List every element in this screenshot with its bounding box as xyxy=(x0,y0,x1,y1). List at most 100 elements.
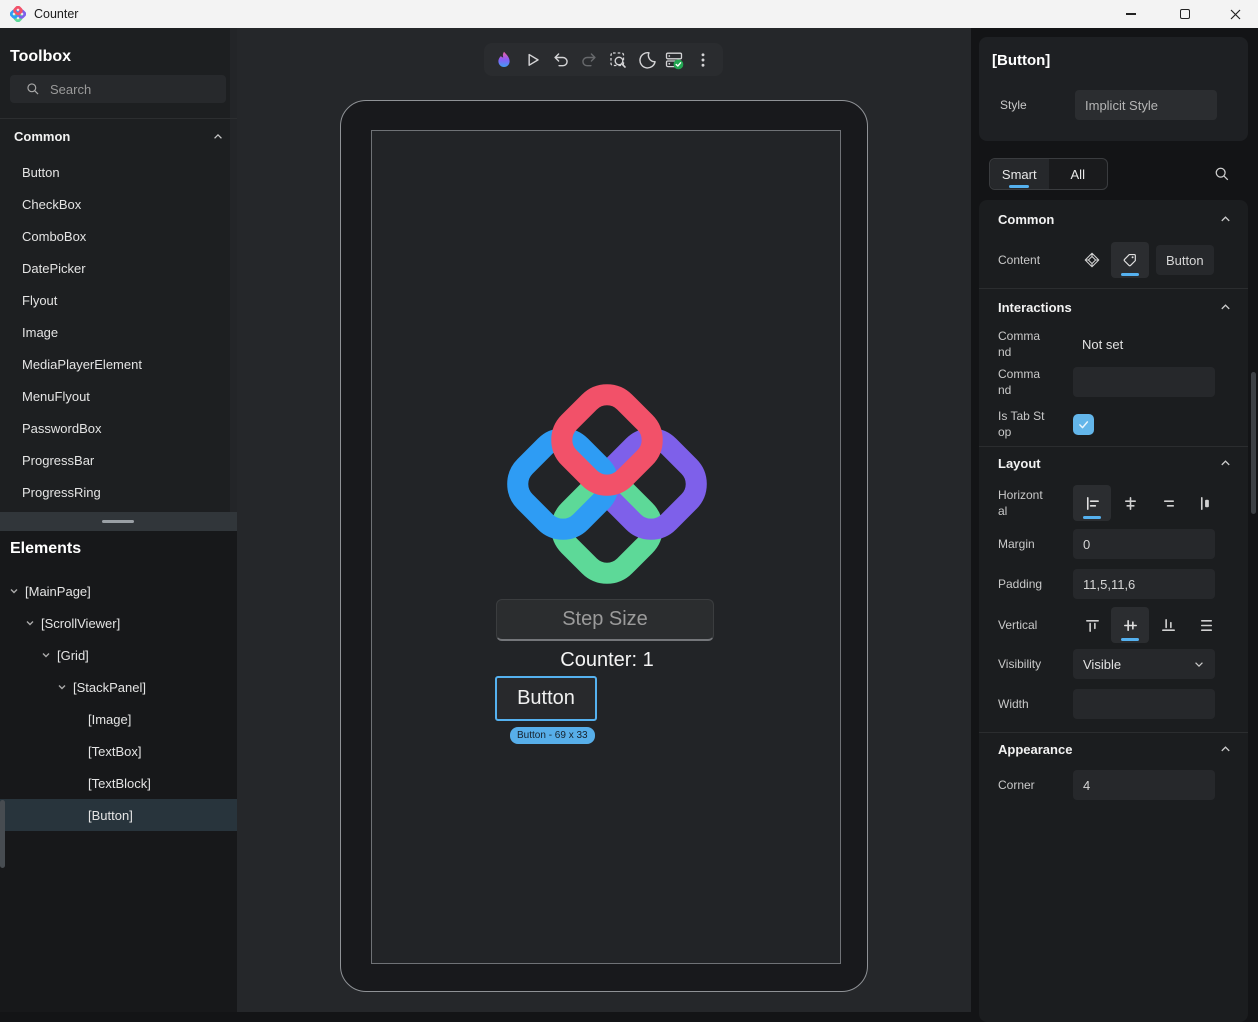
designer-toolbar xyxy=(484,43,723,76)
visibility-dropdown[interactable]: Visible xyxy=(1073,649,1215,679)
kebab-menu-icon xyxy=(694,51,712,69)
maximize-button[interactable] xyxy=(1162,0,1208,28)
tree-item-scrollviewer[interactable]: [ScrollViewer] xyxy=(0,607,237,639)
content-literal-button[interactable] xyxy=(1111,242,1149,278)
toolbox-item-progressbar[interactable]: ProgressBar xyxy=(0,444,230,476)
valign-top-button[interactable] xyxy=(1073,607,1111,643)
halign-right-button[interactable] xyxy=(1149,485,1187,521)
halign-stretch-button[interactable] xyxy=(1187,485,1225,521)
align-right-icon xyxy=(1160,495,1177,512)
design-image[interactable] xyxy=(494,371,720,597)
toolbox-item-menuflyout[interactable]: MenuFlyout xyxy=(0,380,230,412)
property-inspector: [Button] Style Smart All Common Content xyxy=(971,28,1258,1012)
selected-indicator xyxy=(1083,516,1101,519)
close-icon xyxy=(1230,9,1241,20)
section-layout[interactable]: Layout xyxy=(998,456,1232,471)
align-top-icon xyxy=(1084,617,1101,634)
vertical-alignment-label: Vertical xyxy=(998,617,1046,633)
command-input[interactable] xyxy=(1073,367,1215,397)
toolbox-item-checkbox[interactable]: CheckBox xyxy=(0,188,230,220)
tree-item-button-selected[interactable]: [Button] xyxy=(0,799,237,831)
toolbox-search-box[interactable] xyxy=(10,75,226,103)
selected-indicator xyxy=(1121,638,1139,641)
width-input[interactable] xyxy=(1073,689,1215,719)
undo-icon xyxy=(551,50,570,69)
style-input[interactable] xyxy=(1075,90,1217,120)
toolbox-item-image[interactable]: Image xyxy=(0,316,230,348)
valign-stretch-button[interactable] xyxy=(1187,607,1225,643)
align-bottom-icon xyxy=(1160,617,1177,634)
content-binding-button[interactable] xyxy=(1073,242,1111,278)
device-frame: Counter: 1 Button Button - 69 x 33 xyxy=(340,100,868,992)
toolbox-scrollbar[interactable] xyxy=(230,28,237,512)
toolbox-item-flyout[interactable]: Flyout xyxy=(0,284,230,316)
padding-input[interactable] xyxy=(1073,569,1215,599)
inspect-element-button[interactable] xyxy=(605,47,631,73)
toolbox-search-input[interactable] xyxy=(50,82,200,97)
redo-button[interactable] xyxy=(576,47,602,73)
elements-scrollbar[interactable] xyxy=(0,800,5,868)
selection-size-badge: Button - 69 x 33 xyxy=(510,727,595,744)
horizontal-alignment-label: Horizontal xyxy=(998,487,1046,519)
tree-item-textblock[interactable]: [TextBlock] xyxy=(0,767,237,799)
toolbox-item-mediaplayerelement[interactable]: MediaPlayerElement xyxy=(0,348,230,380)
toolbox-item-progressring[interactable]: ProgressRing xyxy=(0,476,230,508)
toolbox-section-common[interactable]: Common xyxy=(14,129,224,144)
valign-bottom-button[interactable] xyxy=(1149,607,1187,643)
close-button[interactable] xyxy=(1212,0,1258,28)
hot-design-button[interactable] xyxy=(491,47,517,73)
splitter-handle-icon xyxy=(102,520,134,523)
design-button-selected[interactable]: Button xyxy=(495,676,597,721)
search-icon xyxy=(26,82,40,96)
halign-center-button[interactable] xyxy=(1111,485,1149,521)
dev-server-status-button[interactable] xyxy=(661,47,687,73)
section-appearance[interactable]: Appearance xyxy=(998,742,1232,757)
design-textbox[interactable] xyxy=(496,599,714,641)
is-tab-stop-label: Is Tab Stop xyxy=(998,408,1046,440)
section-common[interactable]: Common xyxy=(998,212,1232,227)
divider xyxy=(0,118,237,119)
toolbox-item-datepicker[interactable]: DatePicker xyxy=(0,252,230,284)
server-check-icon xyxy=(664,50,684,70)
align-center-icon xyxy=(1122,495,1139,512)
tree-item-grid[interactable]: [Grid] xyxy=(0,639,237,671)
corner-input[interactable] xyxy=(1073,770,1215,800)
tree-item-stackpanel[interactable]: [StackPanel] xyxy=(0,671,237,703)
device-screen: Counter: 1 Button Button - 69 x 33 xyxy=(371,130,841,964)
selected-indicator xyxy=(1121,273,1139,276)
titlebar: Counter xyxy=(0,0,1258,28)
align-vstretch-icon xyxy=(1198,617,1215,634)
content-input[interactable] xyxy=(1156,245,1214,275)
properties-search-button[interactable] xyxy=(1214,166,1230,182)
toolbox-item-combobox[interactable]: ComboBox xyxy=(0,220,230,252)
undo-button[interactable] xyxy=(548,47,574,73)
toolbox-title: Toolbox xyxy=(10,48,71,66)
tree-item-mainpage[interactable]: [MainPage] xyxy=(0,575,237,607)
inspect-icon xyxy=(608,50,628,70)
toolbox-item-passwordbox[interactable]: PasswordBox xyxy=(0,412,230,444)
divider xyxy=(979,446,1248,447)
maximize-icon xyxy=(1180,9,1190,19)
inspector-scrollbar[interactable] xyxy=(1251,372,1256,514)
align-vcenter-icon xyxy=(1122,617,1139,634)
redo-icon xyxy=(580,50,599,69)
toolbox-item-button[interactable]: Button xyxy=(0,156,230,188)
halign-left-button[interactable] xyxy=(1073,485,1111,521)
elements-title: Elements xyxy=(10,540,81,558)
window-title: Counter xyxy=(34,7,78,21)
section-interactions[interactable]: Interactions xyxy=(998,300,1232,315)
tab-all[interactable]: All xyxy=(1049,159,1108,189)
tree-item-textbox[interactable]: [TextBox] xyxy=(0,735,237,767)
theme-toggle-button[interactable] xyxy=(633,47,659,73)
tab-smart[interactable]: Smart xyxy=(990,159,1049,189)
tree-item-image[interactable]: [Image] xyxy=(0,703,237,735)
corner-radius-label: Corner xyxy=(998,777,1046,793)
is-tab-stop-checkbox[interactable] xyxy=(1073,414,1094,435)
minimize-button[interactable] xyxy=(1108,0,1154,28)
valign-center-button[interactable] xyxy=(1111,607,1149,643)
margin-input[interactable] xyxy=(1073,529,1215,559)
panel-splitter[interactable] xyxy=(0,512,237,531)
more-options-button[interactable] xyxy=(690,47,716,73)
chevron-down-icon xyxy=(8,585,20,597)
play-button[interactable] xyxy=(520,47,546,73)
